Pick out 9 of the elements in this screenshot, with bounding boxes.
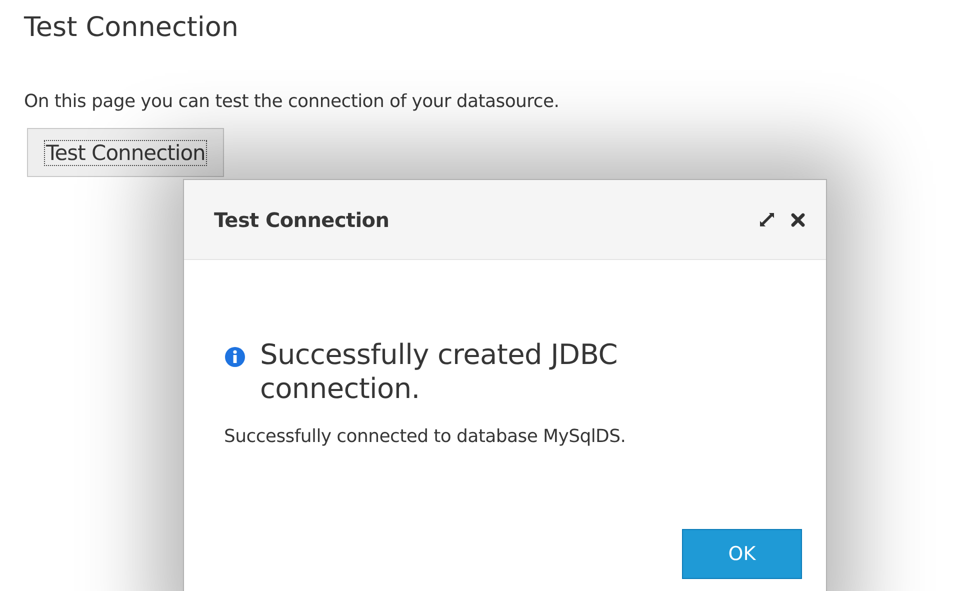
- info-icon: [224, 346, 246, 368]
- test-connection-button[interactable]: Test Connection: [27, 128, 224, 177]
- page-description: On this page you can test the connection of your datasource.: [24, 90, 560, 114]
- message-text: Successfully connected to database MySqlDS.: [224, 426, 627, 447]
- message-title: Successfully created JDBC connection.: [260, 338, 618, 406]
- dialog-title: Test Connection: [214, 208, 390, 232]
- close-icon[interactable]: [790, 212, 806, 228]
- page-title: Test Connection: [24, 11, 240, 45]
- maximize-icon[interactable]: [758, 210, 776, 228]
